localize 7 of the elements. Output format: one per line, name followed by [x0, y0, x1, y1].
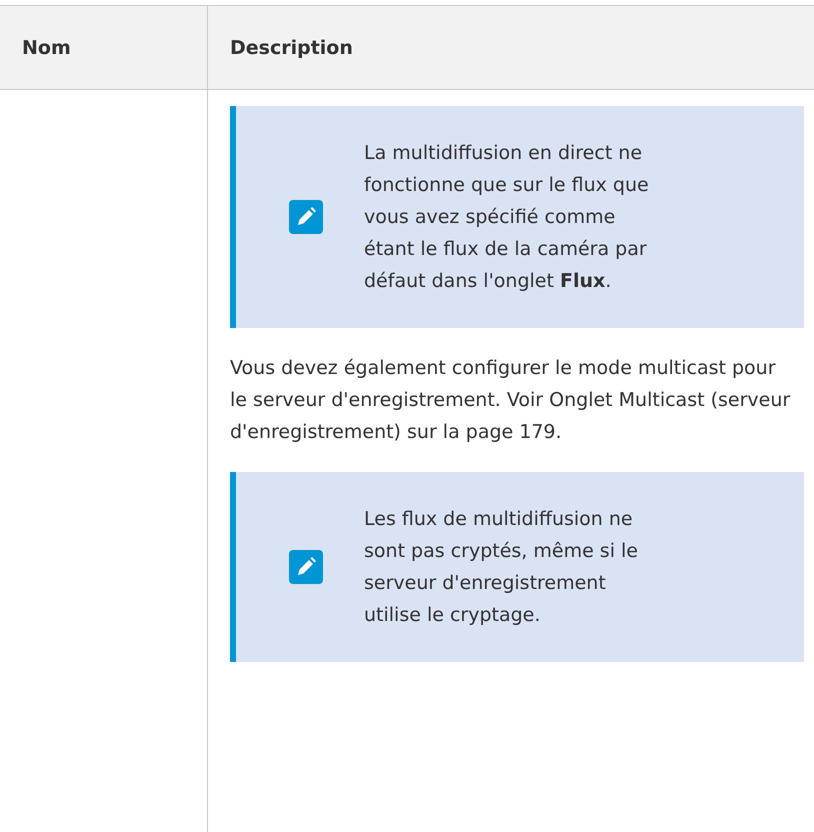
pencil-icon [289, 200, 323, 234]
description-paragraph: Vous devez également configurer le mode multicast pour le serveur d'enregistrement. Voir Onglet Multicast (serveur d'enregistrement) sur la page 179. [230, 356, 792, 445]
column-header: Description [208, 6, 814, 90]
note-text: Les flux de multidiffusion ne sont pas cryptés, même si le serveur d'enregistrement utilise le cryptage. [364, 507, 639, 628]
column-header: Nom [0, 6, 208, 90]
note-text: La multidiffusion en direct ne fonctionne que sur le flux que vous avez spécifié comme étant le flux de la caméra par défaut dans l'onglet Flux. [364, 141, 650, 294]
pencil-icon [289, 550, 323, 584]
